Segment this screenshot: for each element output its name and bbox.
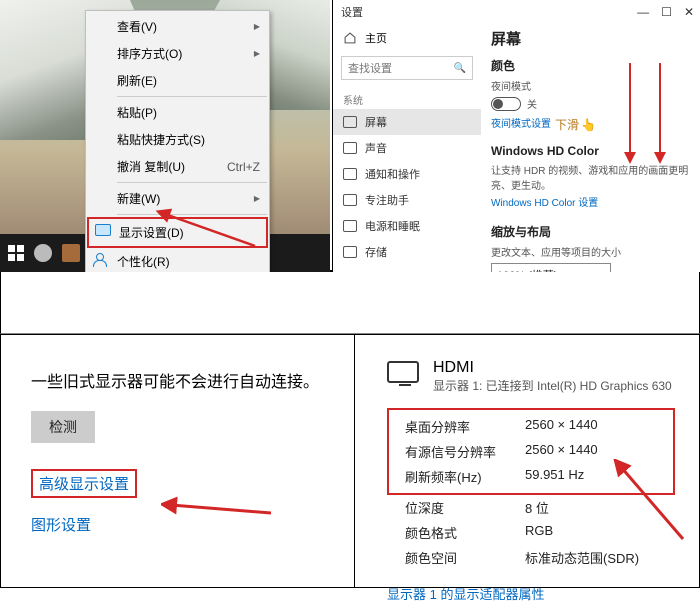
storage-icon xyxy=(343,246,357,258)
focus-icon xyxy=(343,194,357,206)
monitor-desc: 显示器 1: 已连接到 Intel(R) HD Graphics 630 xyxy=(433,377,672,394)
scale-select[interactable]: 100% (推荐) ▾ xyxy=(491,263,611,272)
annotation-arrow xyxy=(155,196,265,256)
home-icon xyxy=(343,31,357,45)
divider-gap xyxy=(0,272,700,334)
power-icon xyxy=(343,220,357,232)
ctx-sort[interactable]: 排序方式(O) xyxy=(87,40,268,67)
info-row: 桌面分辨率2560 × 1440 xyxy=(389,414,671,439)
ctx-paste[interactable]: 粘贴(P) xyxy=(87,99,268,126)
maximize-button[interactable]: ☐ xyxy=(661,5,672,19)
annotation-arrow xyxy=(161,487,281,527)
start-button[interactable] xyxy=(8,245,24,261)
nav-power[interactable]: 电源和睡眠 xyxy=(333,213,481,239)
hdcolor-link[interactable]: Windows HD Color 设置 xyxy=(491,194,690,209)
close-button[interactable]: ✕ xyxy=(684,5,694,19)
monitor-icon xyxy=(95,224,111,236)
annotation-arrow xyxy=(613,459,693,549)
person-icon xyxy=(93,253,109,265)
ctx-view[interactable]: 查看(V) xyxy=(87,13,268,40)
minimize-button[interactable]: — xyxy=(637,5,649,19)
window-title: 设置 xyxy=(341,4,363,20)
nav-sound[interactable]: 声音 xyxy=(333,135,481,161)
page-title: 屏幕 xyxy=(491,28,690,49)
nav-storage[interactable]: 存储 xyxy=(333,239,481,265)
nav-home[interactable]: 主页 xyxy=(333,26,481,50)
nav-category: 系统 xyxy=(333,86,481,109)
taskbar-icon[interactable] xyxy=(62,244,80,262)
ctx-paste-shortcut[interactable]: 粘贴快捷方式(S) xyxy=(87,126,268,153)
scale-desc: 更改文本、应用等项目的大小 xyxy=(491,244,690,259)
annotation-arrow xyxy=(620,58,680,168)
settings-nav: 主页 查找设置 🔍 系统 屏幕 声音 通知和操作 专注助手 电源和睡眠 存储 平… xyxy=(333,24,481,272)
night-mode-toggle[interactable] xyxy=(491,97,521,111)
monitor-icon xyxy=(387,361,419,383)
scroll-annotation: 下滑 👆 xyxy=(555,116,596,133)
old-monitor-text: 一些旧式显示器可能不会进行自动连接。 xyxy=(31,371,342,395)
ctx-refresh[interactable]: 刷新(E) xyxy=(87,67,268,94)
notify-icon xyxy=(343,168,357,180)
sound-icon xyxy=(343,142,357,154)
hdmi-label: HDMI xyxy=(433,359,672,377)
adapter-link[interactable]: 显示器 1 的显示适配器属性 xyxy=(387,584,693,603)
scale-heading: 缩放与布局 xyxy=(491,223,690,240)
advanced-display-link[interactable]: 高级显示设置 xyxy=(39,476,129,493)
nav-search[interactable]: 查找设置 🔍 xyxy=(341,56,473,80)
search-icon: 🔍 xyxy=(454,63,466,74)
taskbar-icon[interactable] xyxy=(34,244,52,262)
ctx-undo[interactable]: 撤消 复制(U)Ctrl+Z xyxy=(87,153,268,180)
nav-focus[interactable]: 专注助手 xyxy=(333,187,481,213)
display-icon xyxy=(343,116,357,128)
hand-icon: 👆 xyxy=(581,118,596,132)
detect-button[interactable]: 检测 xyxy=(31,411,95,443)
nav-notifications[interactable]: 通知和操作 xyxy=(333,161,481,187)
nav-display[interactable]: 屏幕 xyxy=(333,109,481,135)
